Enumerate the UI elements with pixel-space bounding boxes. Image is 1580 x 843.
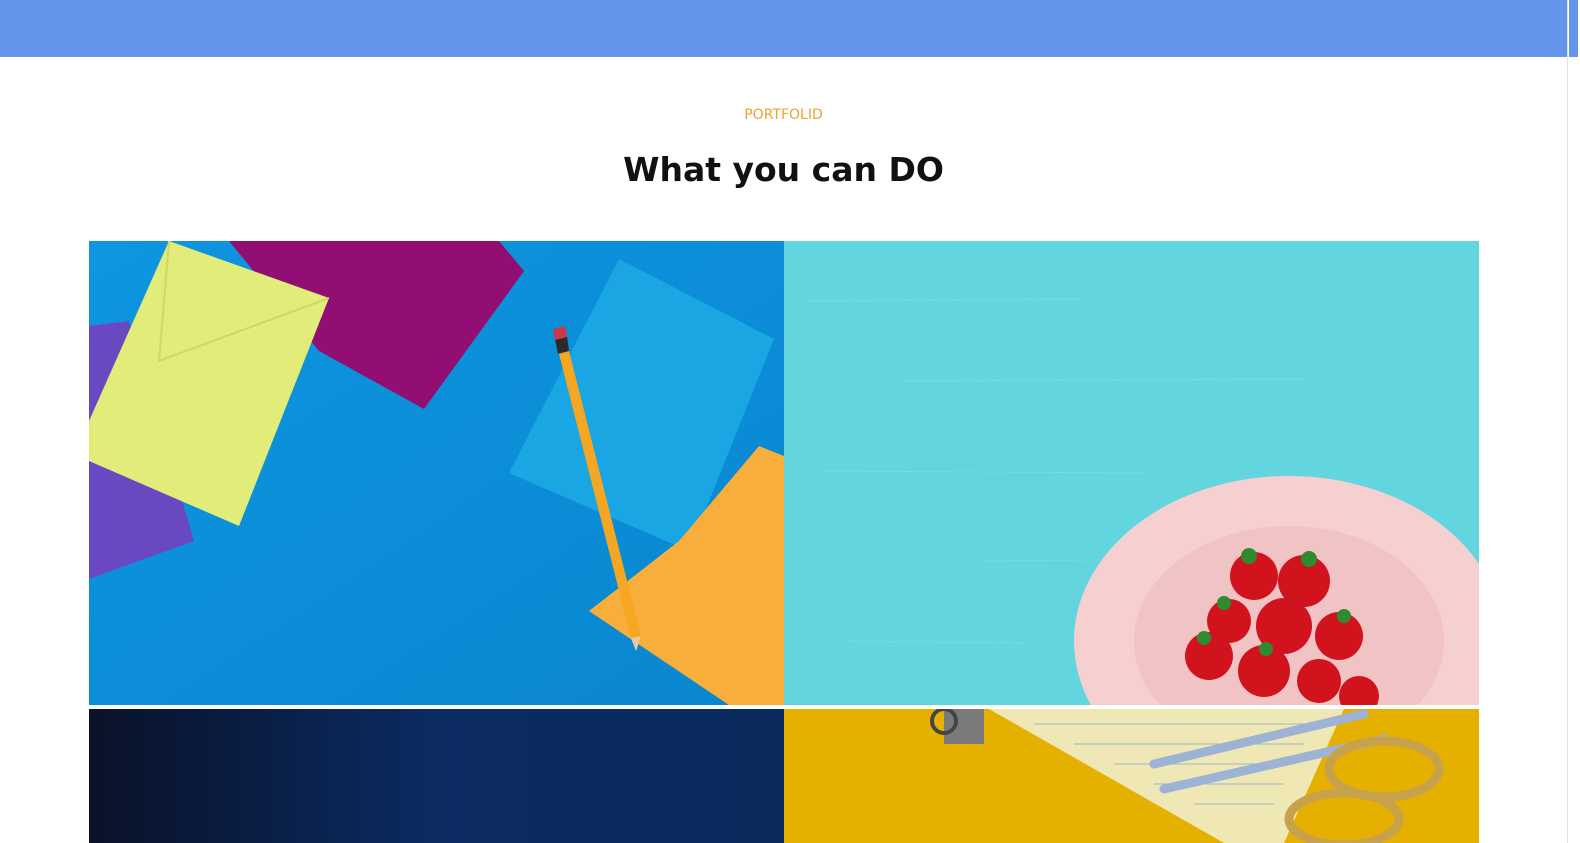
section-title: What you can DO [623,150,944,189]
strawberries-image [784,241,1479,705]
top-navigation-bar [0,0,1567,57]
portfolio-item-strawberries[interactable] [784,241,1479,705]
scrollbar-track[interactable] [1567,0,1580,843]
envelopes-pencil-image [89,241,784,705]
portfolio-item-stationery[interactable] [784,709,1479,843]
portfolio-item-envelopes[interactable] [89,241,784,705]
portfolio-item-dark-blue[interactable] [89,709,784,843]
scrollbar-thumb[interactable] [1569,0,1578,57]
section-eyebrow: PORTFOLID [744,107,823,123]
dark-blue-image [89,709,784,843]
stationery-image [784,709,1479,843]
